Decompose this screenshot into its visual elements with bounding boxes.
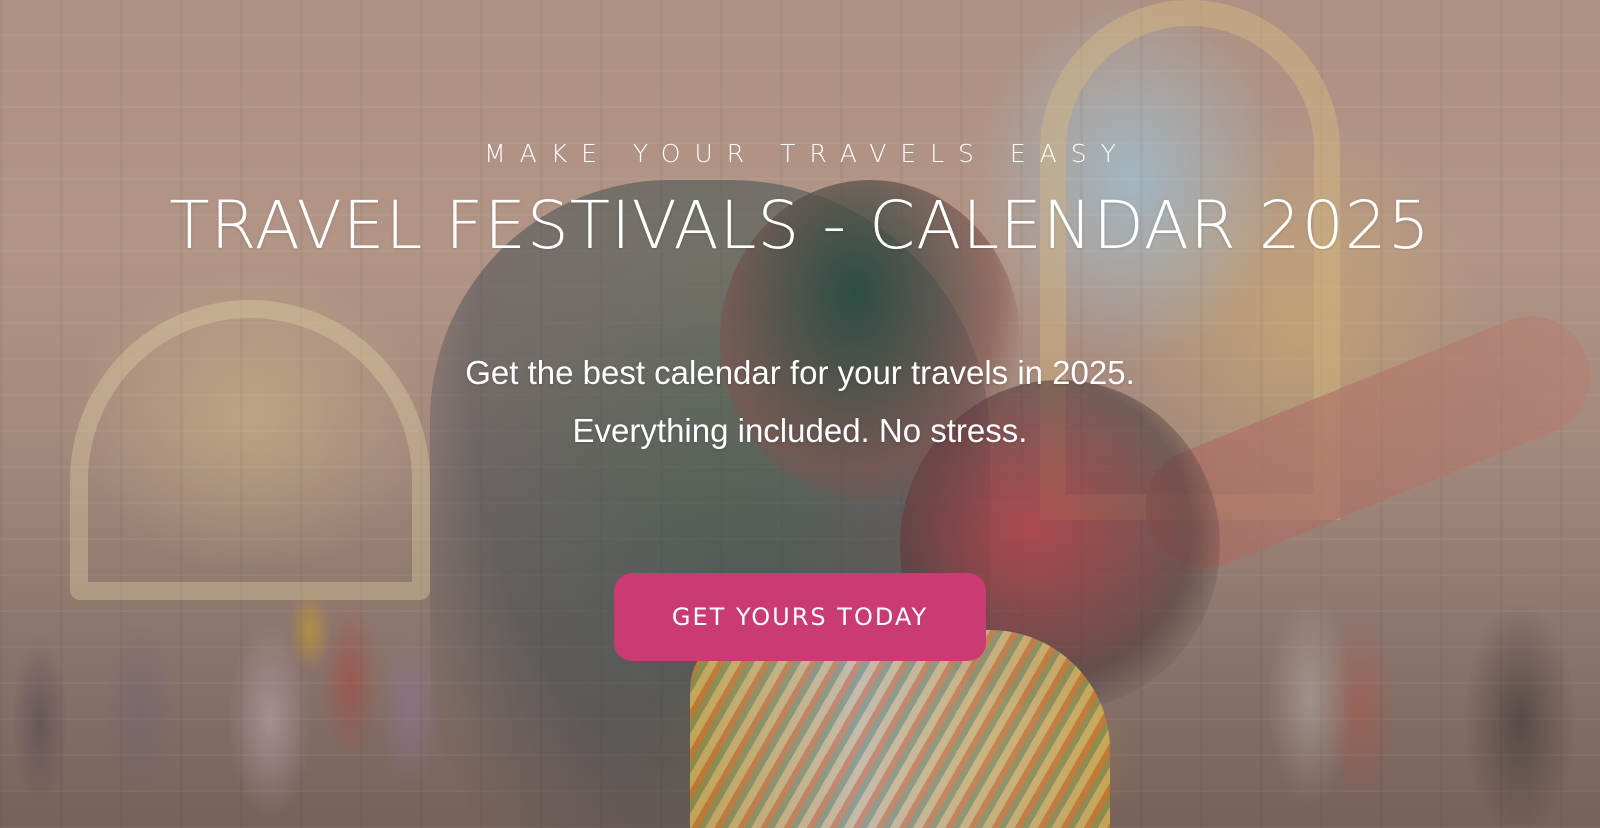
hero-subtitle-line-2: Everything included. No stress. (572, 412, 1028, 449)
hero-subtitle-line-1: Get the best calendar for your travels i… (465, 354, 1135, 391)
hero-content: MAKE YOUR TRAVELS EASY TRAVEL FESTIVALS … (0, 0, 1600, 828)
hero-title: TRAVEL FESTIVALS - CALENDAR 2025 (169, 187, 1431, 264)
hero-eyebrow: MAKE YOUR TRAVELS EASY (484, 139, 1130, 168)
hero-subtitle: Get the best calendar for your travels i… (0, 344, 1600, 460)
get-yours-today-button[interactable]: GET YOURS TODAY (614, 573, 986, 661)
